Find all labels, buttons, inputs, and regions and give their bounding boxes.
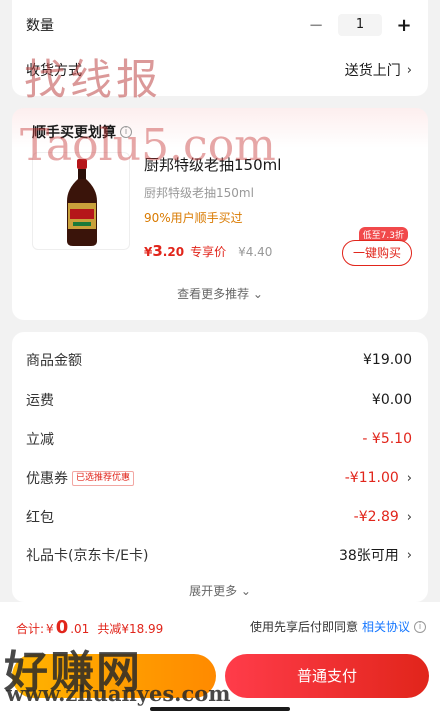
quantity-input[interactable]: 1 (338, 14, 382, 36)
price-row-coupon[interactable]: 优惠券 已选推荐优惠 -¥11.00 › (26, 468, 412, 488)
goods-amount-label: 商品金额 (26, 353, 82, 369)
agreement-text: 使用先享后付即同意 相关协议 i (250, 618, 426, 635)
recommend-title: 顺手买更划算 i (32, 122, 132, 142)
chevron-right-icon: › (406, 509, 412, 525)
price-row-instant-discount: 立减 - ¥5.10 (26, 429, 412, 449)
original-price: ¥4.40 (238, 245, 273, 259)
price-row-red-packet[interactable]: 红包 -¥2.89 › (26, 507, 412, 527)
increase-button[interactable]: + (396, 15, 412, 36)
checkout-bar: 合计: ¥0.01 共减¥18.99 使用先享后付即同意 相关协议 i 普通支付 (0, 602, 440, 719)
red-packet-value-group[interactable]: -¥2.89 › (354, 509, 412, 525)
goods-amount-value: ¥19.00 (363, 352, 412, 368)
coupon-badge: 已选推荐优惠 (72, 470, 135, 486)
total-label: 合计: (16, 622, 45, 636)
normal-pay-button[interactable]: 普通支付 (225, 654, 429, 698)
price-row-gift-card[interactable]: 礼品卡(京东卡/E卡) 38张可用 › (26, 545, 412, 565)
shipping-value: ¥0.00 (371, 392, 412, 408)
price-tag: 专享价 (190, 245, 227, 259)
gift-card-value: 38张可用 (338, 548, 399, 564)
delivery-value[interactable]: 送货上门 › (345, 60, 412, 80)
hot-text: 90%用户顺手买过 (144, 211, 243, 225)
special-price: ¥3.20 (144, 242, 184, 260)
red-packet-value: -¥2.89 (353, 509, 399, 525)
product-image[interactable] (32, 152, 130, 250)
more-recommend-link[interactable]: 查看更多推荐 ⌄ (12, 285, 428, 302)
instant-discount-value: - ¥5.10 (362, 431, 412, 447)
gift-card-value-group[interactable]: 38张可用 › (339, 545, 412, 565)
price-int: 3 (152, 242, 163, 260)
delivery-label: 收货方式 (26, 63, 82, 79)
agreement-prefix: 使用先享后付即同意 (249, 620, 358, 634)
price-row-goods: 商品金额 ¥19.00 (26, 350, 412, 370)
gift-card-label: 礼品卡(京东卡/E卡) (26, 548, 149, 564)
coupon-value-group[interactable]: -¥11.00 › (345, 470, 412, 486)
total-discount: 共减¥18.99 (97, 622, 164, 636)
price-row-shipping: 运费 ¥0.00 (26, 390, 412, 410)
quantity-stepper[interactable]: − 1 + (308, 14, 412, 36)
product-subtitle: 厨邦特级老抽150ml (144, 186, 254, 200)
chevron-right-icon: › (406, 470, 412, 486)
price-detail-card: 商品金额 ¥19.00 运费 ¥0.00 立减 - ¥5.10 优惠券 已选推荐… (12, 332, 428, 602)
price-row: ¥3.20 专享价 ¥4.40 (144, 242, 272, 260)
shipping-label: 运费 (26, 393, 54, 409)
agreement-link[interactable]: 相关协议 (362, 618, 410, 635)
coupon-label-group: 优惠券 已选推荐优惠 (26, 468, 135, 488)
total-int: 0 (55, 617, 69, 638)
expand-more-link[interactable]: 展开更多 ⌄ (12, 582, 428, 599)
order-options-card: 数量 − 1 + 收货方式 送货上门 › (12, 0, 428, 96)
chevron-right-icon: › (406, 62, 412, 78)
recommend-title-text: 顺手买更划算 (32, 125, 116, 141)
pay-later-button[interactable] (12, 654, 216, 698)
chevron-right-icon: › (406, 547, 412, 563)
coupon-value: -¥11.00 (344, 470, 399, 486)
total-dec: .01 (70, 622, 90, 636)
soy-sauce-bottle-icon (67, 159, 97, 246)
info-icon[interactable]: i (120, 126, 132, 138)
recommend-card: 顺手买更划算 i 厨邦特级老抽150ml 厨邦特级老抽150ml 90%用户顺手… (12, 108, 428, 320)
price-dec: .20 (162, 245, 185, 259)
one-click-buy-button[interactable]: 一键购买 (342, 240, 412, 266)
instant-discount-label: 立减 (26, 432, 54, 448)
product-name[interactable]: 厨邦特级老抽150ml (144, 154, 281, 175)
coupon-label: 优惠券 (26, 471, 68, 487)
red-packet-label: 红包 (26, 510, 54, 526)
home-indicator (150, 707, 290, 711)
quantity-row: 数量 − 1 + (26, 14, 412, 36)
delivery-method: 送货上门 (344, 63, 401, 79)
quantity-label: 数量 (26, 18, 54, 34)
total-summary: 合计: ¥0.01 共减¥18.99 (16, 617, 163, 638)
delivery-row[interactable]: 收货方式 送货上门 › (26, 60, 412, 80)
info-icon[interactable]: i (414, 620, 426, 633)
decrease-button[interactable]: − (308, 15, 324, 36)
total-symbol: ¥ (46, 622, 54, 636)
